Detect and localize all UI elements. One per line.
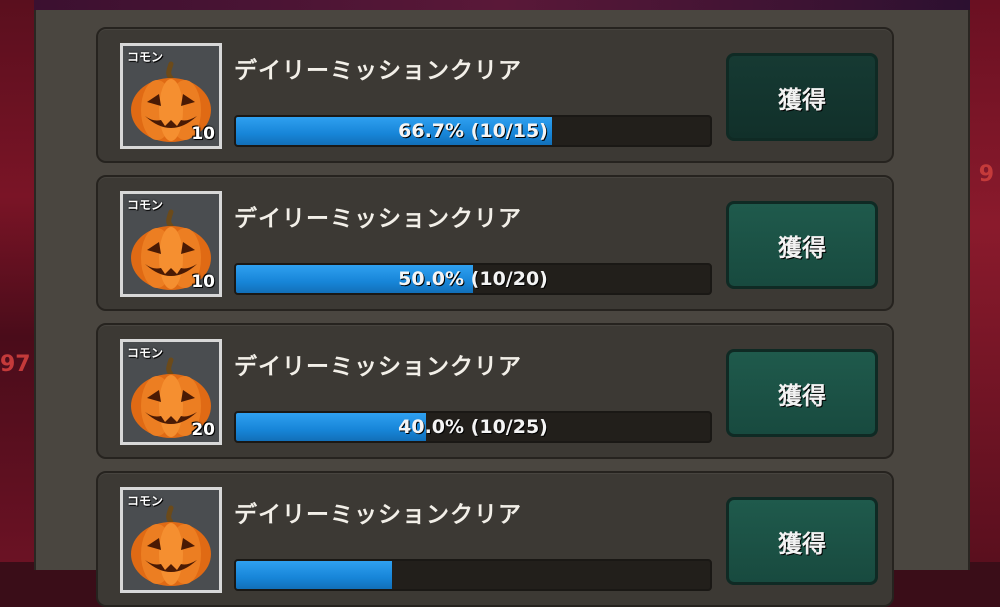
progress-text: 40.0% (10/25) [398, 416, 548, 438]
progress-text: 50.0% (10/20) [398, 268, 548, 290]
edge-number-left: 97 [0, 352, 31, 377]
mission-title: デイリーミッションクリア [234, 206, 522, 232]
item-quantity: 10 [191, 124, 215, 144]
mission-card: コモン デイリーミッションクリア 獲得 [96, 471, 894, 607]
background-left [0, 0, 34, 562]
rarity-label: コモン [127, 346, 164, 360]
pumpkin-icon [131, 505, 211, 586]
reward-item-slot[interactable]: コモン 20 [120, 339, 222, 445]
item-quantity: 10 [191, 272, 215, 292]
mission-title: デイリーミッションクリア [234, 354, 522, 380]
progress-bar: 50.0% (10/20) [234, 263, 712, 295]
claim-button[interactable]: 獲得 [726, 201, 878, 289]
mission-title: デイリーミッションクリア [234, 58, 522, 84]
claim-button[interactable]: 獲得 [726, 349, 878, 437]
reward-item-slot[interactable]: コモン 10 [120, 43, 222, 149]
edge-number-right: 9 [978, 162, 994, 187]
reward-item-slot[interactable]: コモン [120, 487, 222, 593]
rarity-label: コモン [127, 50, 164, 64]
claim-button[interactable]: 獲得 [726, 53, 878, 141]
mission-title: デイリーミッションクリア [234, 502, 522, 528]
progress-bar: 40.0% (10/25) [234, 411, 712, 443]
claim-button[interactable]: 獲得 [726, 497, 878, 585]
rarity-label: コモン [127, 494, 164, 508]
reward-item-slot[interactable]: コモン 10 [120, 191, 222, 297]
mission-card: コモン 10 デイリーミッションクリア 50.0% (10/20) 獲得 [96, 175, 894, 311]
progress-text: 66.7% (10/15) [398, 120, 548, 142]
progress-text [236, 561, 710, 589]
progress-bar: 66.7% (10/15) [234, 115, 712, 147]
mission-card: コモン 10 デイリーミッションクリア 66.7% (10/15) 獲得 [96, 27, 894, 163]
rarity-label: コモン [127, 198, 164, 212]
mission-card: コモン 20 デイリーミッションクリア 40.0% (10/25) 獲得 [96, 323, 894, 459]
progress-bar [234, 559, 712, 591]
background-right [970, 0, 1000, 562]
item-quantity: 20 [191, 420, 215, 440]
